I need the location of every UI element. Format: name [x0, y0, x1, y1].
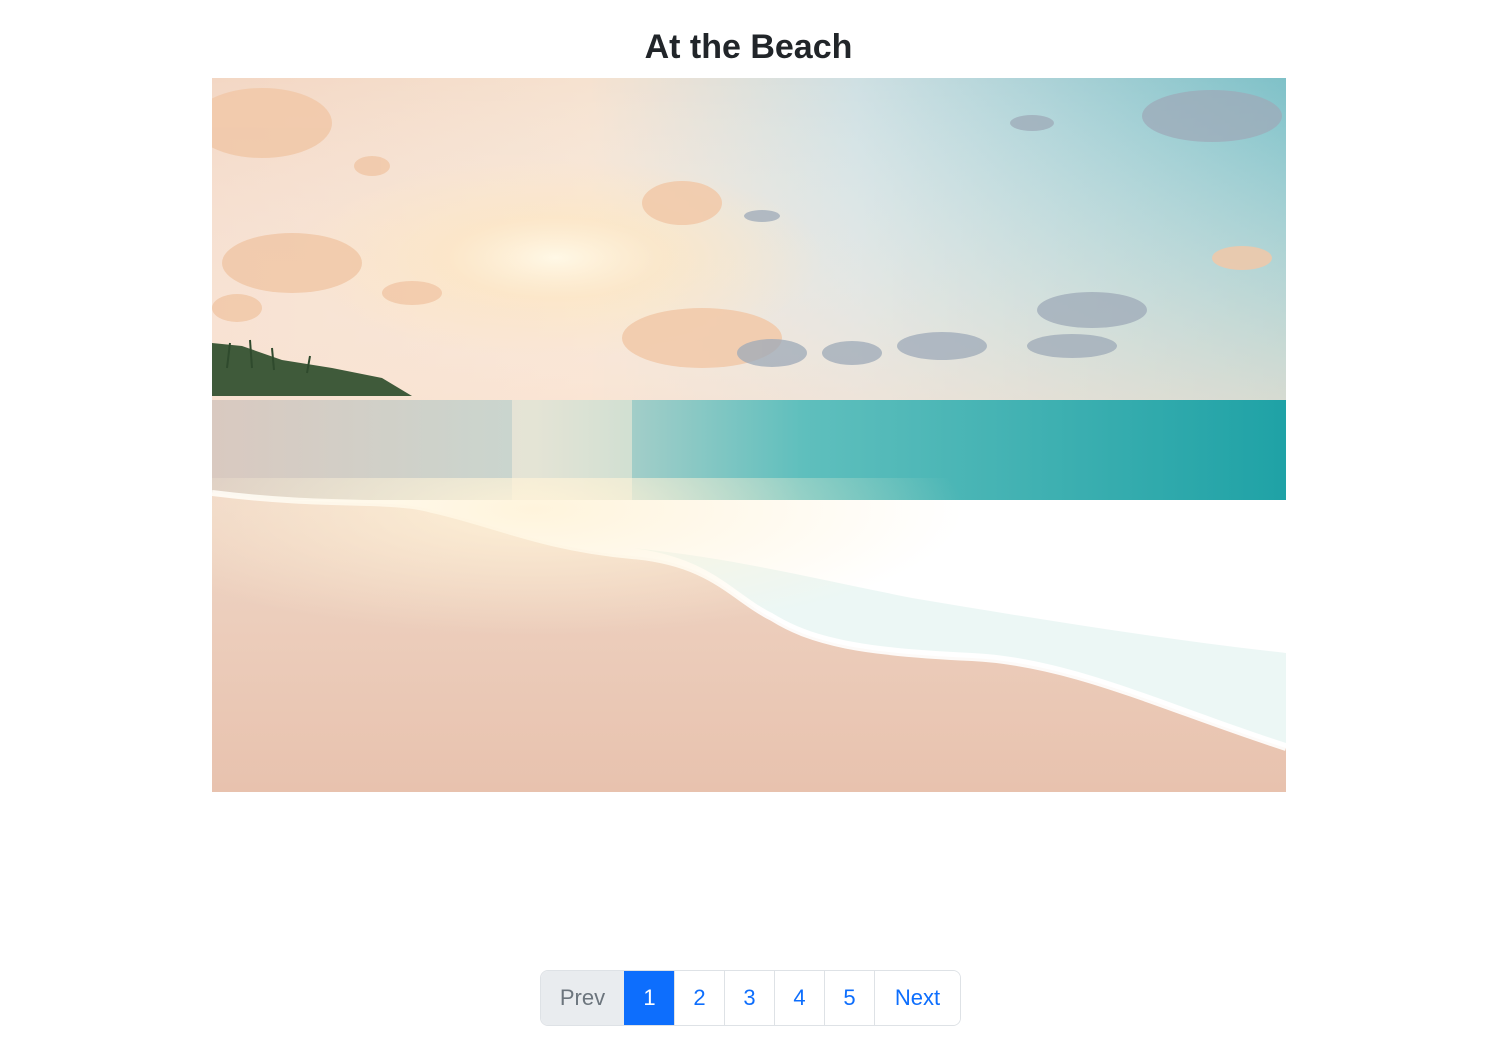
page-4-button[interactable]: 4 [774, 971, 824, 1025]
page-title: At the Beach [644, 28, 853, 66]
page-5-button[interactable]: 5 [824, 971, 874, 1025]
page-2-button[interactable]: 2 [674, 971, 724, 1025]
next-page-button[interactable]: Next [874, 971, 960, 1025]
beach-sunset-photo [212, 78, 1286, 792]
page-3-button[interactable]: 3 [724, 971, 774, 1025]
pagination: Prev 1 2 3 4 5 Next [540, 970, 961, 1026]
page: At the Beach Prev 1 2 3 4 5 Next [0, 0, 1497, 1048]
prev-page-button[interactable]: Prev [541, 971, 624, 1025]
page-1-button[interactable]: 1 [624, 971, 674, 1025]
